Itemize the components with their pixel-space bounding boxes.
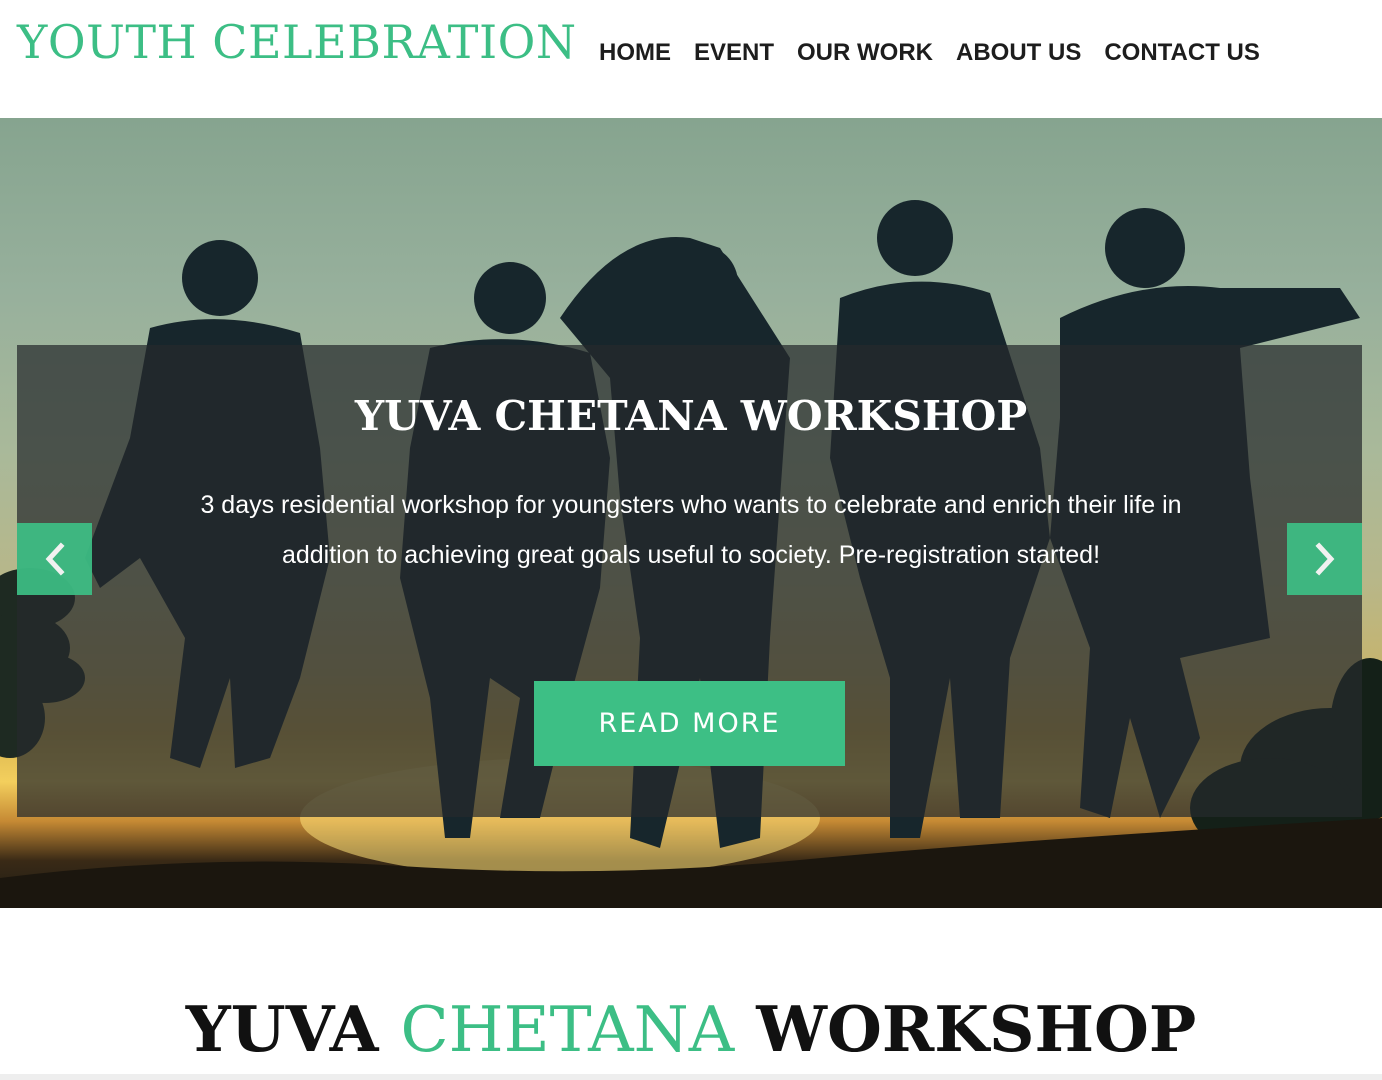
hero-slider: YUVA CHETANA WORKSHOP 3 days residential… xyxy=(0,118,1382,908)
nav-item-event[interactable]: EVENT xyxy=(694,38,774,68)
chevron-left-icon xyxy=(45,542,65,576)
slider-prev-button[interactable] xyxy=(17,523,92,595)
main-nav: HOME EVENT OUR WORK ABOUT US CONTACT US xyxy=(599,38,1283,68)
chevron-right-icon xyxy=(1314,542,1334,576)
site-header: YOUTH CELEBRATION HOME EVENT OUR WORK AB… xyxy=(0,0,1382,118)
read-more-button[interactable]: READ MORE xyxy=(534,681,845,766)
section-divider xyxy=(0,1074,1382,1080)
section-title-part3: WORKSHOP xyxy=(756,992,1197,1066)
slide-title: YUVA CHETANA WORKSHOP xyxy=(354,392,1028,440)
site-logo[interactable]: YOUTH CELEBRATION xyxy=(17,14,577,70)
section-title: YUVA CHETANA WORKSHOP xyxy=(0,992,1382,1067)
nav-item-about-us[interactable]: ABOUT US xyxy=(956,38,1081,68)
section-title-part1: YUVA xyxy=(185,992,379,1066)
nav-item-contact-us[interactable]: CONTACT US xyxy=(1104,38,1260,68)
nav-item-home[interactable]: HOME xyxy=(599,38,671,68)
section-title-part2: CHETANA xyxy=(400,993,735,1066)
slide-description: 3 days residential workshop for youngste… xyxy=(200,491,1182,569)
nav-item-our-work[interactable]: OUR WORK xyxy=(797,38,933,68)
slider-next-button[interactable] xyxy=(1287,523,1362,595)
